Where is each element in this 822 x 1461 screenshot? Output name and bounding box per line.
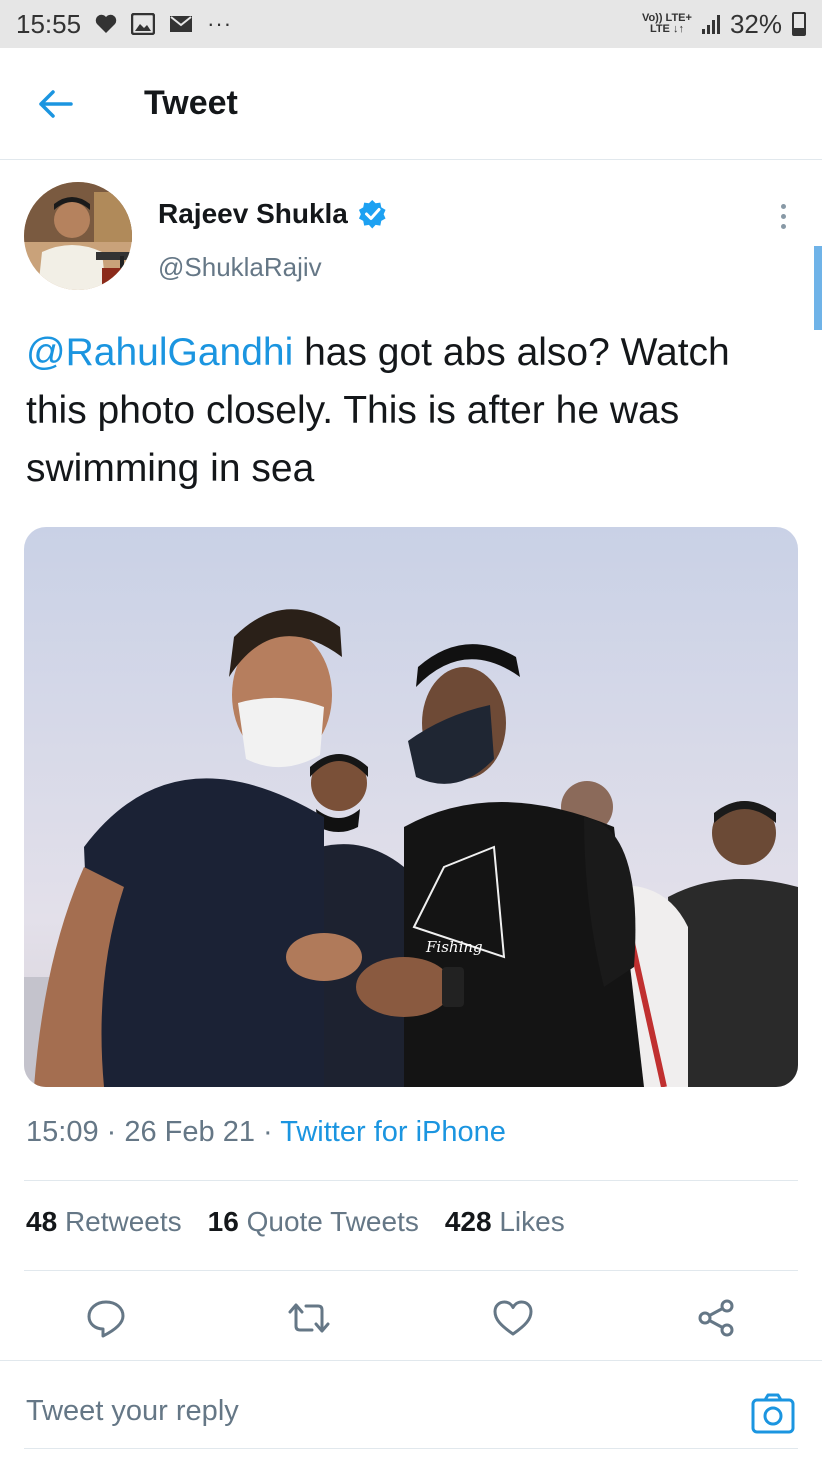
meta-separator: · xyxy=(263,1116,281,1148)
network-indicator: Vo)) LTE+ LTE ↓↑ xyxy=(642,13,692,35)
reply-button[interactable] xyxy=(82,1294,130,1342)
retweets-count: 48 xyxy=(26,1206,58,1237)
reply-bar xyxy=(0,1360,822,1461)
share-icon xyxy=(698,1299,734,1337)
tweet-author: Rajeev Shukla @ShuklaRajiv xyxy=(24,182,798,292)
signal-strength-icon xyxy=(701,14,720,34)
more-notifications-icon: ··· xyxy=(207,11,233,36)
mail-notification-icon xyxy=(170,16,193,32)
likes-stat[interactable]: 428 Likes xyxy=(445,1206,565,1238)
battery-icon xyxy=(792,12,806,36)
tweet-source-link[interactable]: Twitter for iPhone xyxy=(280,1116,506,1148)
tweet-text: @RahulGandhi has got abs also? Watch thi… xyxy=(26,324,796,498)
likes-count: 428 xyxy=(444,1206,492,1237)
retweets-stat[interactable]: 48 Retweets xyxy=(26,1206,182,1238)
author-handle[interactable]: @ShuklaRajiv xyxy=(158,252,322,283)
author-name[interactable]: Rajeev Shukla xyxy=(158,198,388,230)
app-header: Tweet xyxy=(0,48,822,160)
reply-input[interactable] xyxy=(26,1395,626,1428)
battery-percent: 32% xyxy=(729,8,782,39)
quotes-label: Quote Tweets xyxy=(246,1206,419,1237)
tweet-photo[interactable]: Fishing xyxy=(24,527,798,1087)
verified-badge-icon xyxy=(358,199,386,229)
quote-tweets-stat[interactable]: 16 Quote Tweets xyxy=(208,1206,419,1238)
camera-button[interactable] xyxy=(750,1391,796,1437)
divider xyxy=(24,1270,798,1271)
page-title: Tweet xyxy=(144,84,238,122)
avatar-image xyxy=(24,182,132,290)
network-bottom-label: LTE ↓↑ xyxy=(649,23,684,35)
retweets-label: Retweets xyxy=(64,1206,182,1237)
status-bar: 15:55 ··· Vo)) LTE+ LTE ↓↑ 32% xyxy=(0,0,822,48)
more-options-button[interactable] xyxy=(768,196,798,236)
more-dot-icon xyxy=(780,203,786,209)
author-avatar[interactable] xyxy=(24,182,132,290)
meta-separator: · xyxy=(106,1116,125,1148)
share-button[interactable] xyxy=(692,1294,740,1342)
tweet-stats: 48 Retweets 16 Quote Tweets 428 Likes xyxy=(26,1206,565,1238)
tweet-actions xyxy=(24,1280,798,1356)
tweet-meta: 15:09 · 26 Feb 21 · Twitter for iPhone xyxy=(26,1116,506,1149)
status-time: 15:55 xyxy=(16,8,82,39)
reply-icon xyxy=(87,1300,125,1338)
heart-notification-icon xyxy=(95,14,117,33)
author-name-text: Rajeev Shukla xyxy=(158,198,348,229)
scrollbar[interactable] xyxy=(814,246,822,330)
tweet-time: 15:09 xyxy=(26,1116,99,1148)
like-button[interactable] xyxy=(489,1294,537,1342)
notification-icons: ··· xyxy=(95,11,232,37)
back-button[interactable] xyxy=(24,73,86,135)
back-arrow-icon xyxy=(39,89,73,118)
photo-image: Fishing xyxy=(24,527,798,1087)
retweet-icon xyxy=(288,1303,330,1333)
mention-link[interactable]: @RahulGandhi xyxy=(26,331,293,374)
quotes-count: 16 xyxy=(207,1206,239,1237)
camera-icon xyxy=(751,1393,795,1434)
tweet-date: 26 Feb 21 xyxy=(124,1116,255,1148)
heart-icon xyxy=(493,1300,533,1336)
retweet-button[interactable] xyxy=(285,1294,333,1342)
shirt-print-text: Fishing xyxy=(425,938,483,956)
likes-label: Likes xyxy=(499,1206,565,1237)
gallery-notification-icon xyxy=(131,13,156,35)
divider xyxy=(24,1180,798,1181)
divider xyxy=(24,1448,798,1449)
